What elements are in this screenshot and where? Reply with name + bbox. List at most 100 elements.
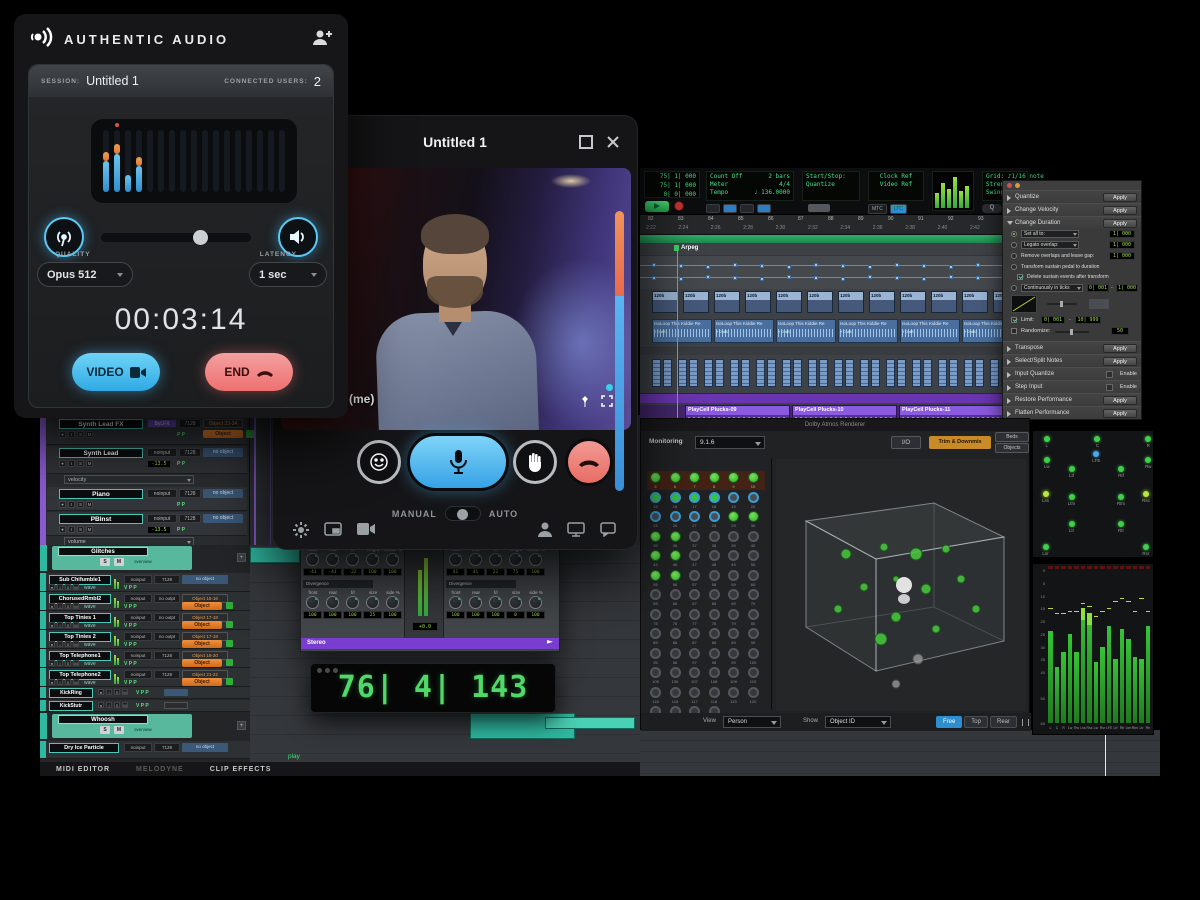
manual-auto-toggle[interactable] (445, 506, 481, 521)
object-chip[interactable]: no object (203, 448, 243, 457)
track-row[interactable]: Top Telephone2noinput7128Object 21-22●IS… (40, 668, 250, 687)
radio-transform-sustain[interactable] (1011, 264, 1017, 270)
panner-knob-center[interactable] (529, 553, 542, 566)
track-header[interactable]: Synth Lead FXByLFX7128Object 33-34●ISMP … (47, 417, 247, 445)
event-op-row[interactable]: Change DurationApply (1003, 216, 1141, 229)
object-cell[interactable]: 88 (706, 627, 725, 646)
object-chip[interactable]: no object (203, 489, 243, 498)
group-name[interactable]: Glitches (58, 547, 148, 556)
object-cell[interactable]: 56 (667, 569, 686, 588)
object-cell[interactable]: 87 (686, 627, 705, 646)
clip-120b[interactable]: 120b (807, 291, 833, 313)
radio-remove-overlaps[interactable] (1011, 253, 1017, 259)
track-button[interactable]: ● (49, 660, 55, 666)
track-button[interactable]: ● (59, 431, 66, 438)
out-chip[interactable]: no outpt (154, 594, 180, 603)
clip-120b[interactable]: 120b (652, 291, 678, 313)
camera-icon[interactable] (357, 522, 375, 543)
track-button[interactable]: I (106, 689, 112, 695)
io-chip[interactable]: noinput (124, 651, 152, 660)
object-cell[interactable]: 100 (745, 647, 764, 666)
track-button[interactable]: S (65, 641, 71, 647)
settings-gear-icon[interactable] (293, 522, 309, 543)
panner-knob-rear[interactable] (326, 553, 339, 566)
object-cell[interactable]: 6 (667, 471, 686, 490)
object-cell[interactable]: 67 (686, 588, 705, 607)
io-button[interactable]: I/O (891, 436, 921, 449)
checkbox-randomize[interactable] (1011, 328, 1017, 334)
io-chip[interactable]: noinput (124, 670, 152, 679)
io-chip[interactable]: ByLFX (147, 419, 177, 428)
track-button[interactable]: ● (49, 603, 55, 609)
track-button[interactable]: S (77, 526, 84, 533)
object-cell[interactable]: 18 (706, 491, 725, 510)
track-button[interactable]: M (73, 641, 79, 647)
object-cell[interactable]: 69 (725, 588, 744, 607)
object-cell[interactable]: 108 (706, 666, 725, 685)
track-button[interactable]: ● (49, 641, 55, 647)
view-button-free[interactable]: Free (936, 716, 962, 728)
track-button[interactable]: I (68, 526, 75, 533)
room-3d-view[interactable] (776, 459, 1026, 711)
object-cell[interactable]: 116 (667, 686, 686, 705)
object-chip[interactable]: no object (182, 743, 228, 752)
event-op-row[interactable]: Select/Split NotesApply (1003, 354, 1141, 367)
object-button[interactable]: Object (182, 621, 222, 629)
track-button[interactable]: ● (49, 679, 55, 685)
object-cell[interactable]: 45 (647, 549, 666, 568)
mtc-button[interactable]: MTC (868, 204, 887, 214)
object-cell[interactable]: 15 (647, 491, 666, 510)
object-cell[interactable]: 29 (725, 510, 744, 529)
object-button[interactable]: Object (182, 640, 222, 648)
event-op-row[interactable]: Restore PerformanceApply (1003, 393, 1141, 406)
clip-pair[interactable] (938, 359, 960, 387)
legato-dropdown[interactable]: Legato overlap: (1021, 241, 1079, 249)
track-button[interactable]: S (65, 679, 71, 685)
track-name[interactable]: Dry Ice Particle (49, 743, 119, 753)
transport-mode-chips[interactable] (706, 204, 771, 213)
event-op-row[interactable]: Step InputEnable (1003, 380, 1141, 393)
object-cell[interactable]: 36 (667, 530, 686, 549)
track-button[interactable]: I (57, 622, 63, 628)
panner-knob-front[interactable] (449, 553, 462, 566)
object-cell[interactable]: 30 (745, 510, 764, 529)
maximize-icon[interactable] (579, 135, 593, 149)
track-button[interactable]: ● (59, 460, 66, 467)
track-button[interactable]: ● (49, 584, 55, 590)
object-cell[interactable]: 98 (706, 647, 725, 666)
out-chip[interactable]: 7128 (179, 489, 201, 498)
object-cell[interactable]: 19 (725, 491, 744, 510)
view-button-rear[interactable]: Rear (990, 716, 1017, 728)
track-button[interactable]: S (65, 622, 71, 628)
emoji-button[interactable] (357, 440, 401, 484)
track-button[interactable]: M (86, 460, 93, 467)
track-button[interactable]: I (68, 501, 75, 508)
track-button[interactable]: ● (98, 689, 104, 695)
beds-button[interactable]: Beds (995, 432, 1029, 442)
object-cell[interactable]: 77 (686, 608, 705, 627)
object-cell[interactable]: 20 (745, 491, 764, 510)
track-button[interactable]: S (77, 501, 84, 508)
set-all-dropdown[interactable]: Set all to: (1021, 230, 1079, 238)
clip-120b[interactable]: 120b (838, 291, 864, 313)
lane-selector[interactable]: velocity (64, 475, 194, 484)
enable-checkbox[interactable] (1106, 384, 1113, 391)
clip-pair[interactable] (912, 359, 934, 387)
panner-knob-side[interactable] (529, 596, 542, 609)
panner-knob-fr[interactable] (489, 596, 502, 609)
object-chip[interactable]: no object (203, 514, 243, 523)
clip-isoloop[interactable]: IsoLoop This Kiddie Re+ 0 dB (838, 319, 898, 343)
add-lane-button[interactable]: + (237, 553, 246, 562)
startstop-display[interactable]: Start/Stop: Quantize (802, 171, 860, 201)
out-chip[interactable]: 7128 (154, 670, 180, 679)
object-cell[interactable]: 25 (647, 510, 666, 529)
fullscreen-icon[interactable] (601, 394, 613, 412)
mini-chip[interactable] (164, 689, 188, 696)
object-cell[interactable]: 47 (686, 549, 705, 568)
solo-button[interactable]: S (100, 726, 110, 734)
object-cell[interactable]: 120 (745, 686, 764, 705)
object-cell[interactable]: 107 (686, 666, 705, 685)
io-chip[interactable]: noinput (124, 743, 152, 752)
track-button[interactable]: I (57, 584, 63, 590)
object-cell[interactable]: 68 (706, 588, 725, 607)
